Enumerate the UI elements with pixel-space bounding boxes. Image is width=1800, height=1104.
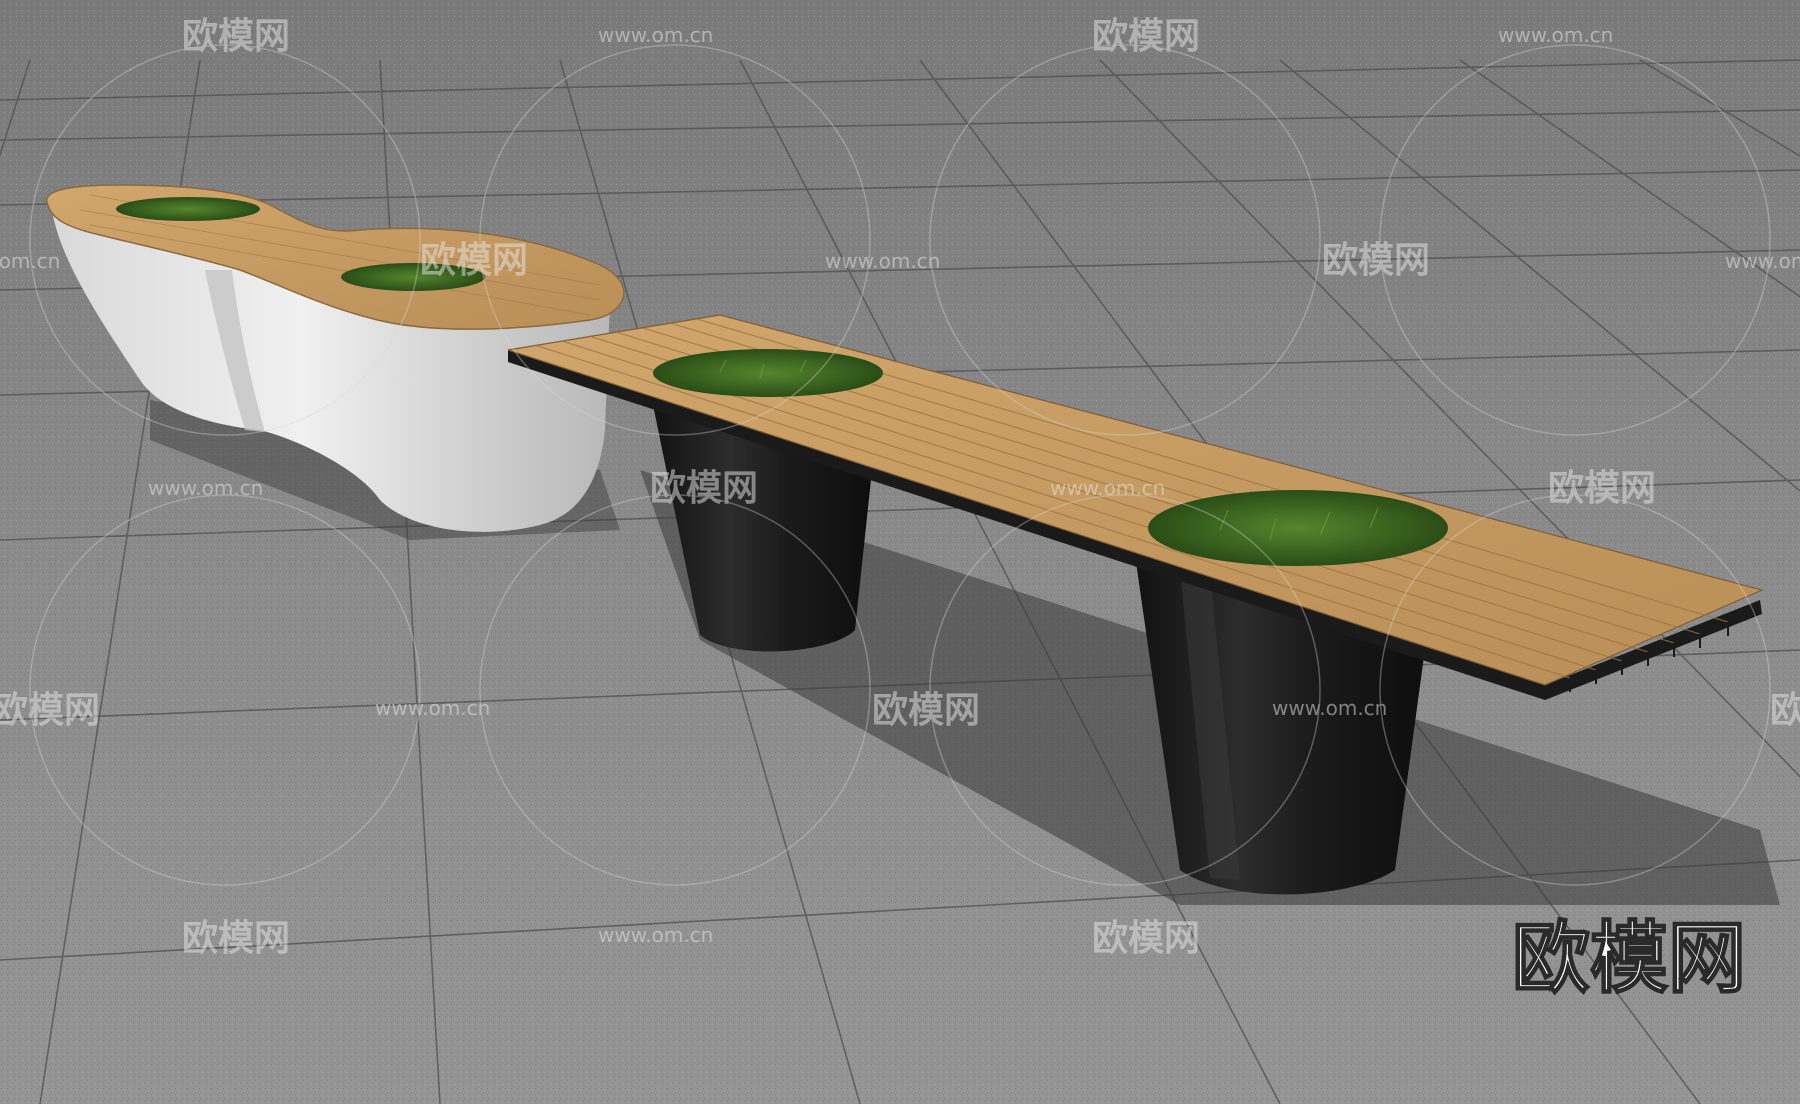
rendered-scene: 欧模网 www.om.cn 欧模网 www.om.cn www.om.cn 欧模… (0, 0, 1800, 1104)
watermark-url: www.om.cn (598, 923, 713, 947)
watermark-brand: 欧模网 (182, 16, 290, 57)
watermark-brand: 欧模网 (1770, 690, 1800, 731)
watermark-brand: 欧模网 (1092, 918, 1200, 959)
watermark-url: www.om.cn (0, 249, 60, 273)
watermark-url: www.om.cn (825, 249, 940, 273)
watermark-url: www.om.cn (1050, 476, 1165, 500)
white-planter-grass-1 (116, 197, 260, 221)
wood-bench-grass-left (653, 349, 883, 397)
watermark-url: www.om.cn (375, 696, 490, 720)
watermark-url: www.om.cn (148, 476, 263, 500)
watermark-brand: 欧模网 (182, 918, 290, 959)
watermark-brand: 欧模网 (0, 690, 100, 731)
watermark-url: www.om.cn (598, 23, 713, 47)
watermark-brand: 欧模网 (872, 690, 980, 731)
watermark-brand: 欧模网 (1322, 240, 1430, 281)
corner-brand-logo: 欧模网 (1512, 914, 1746, 1004)
watermark-url: www.om.cn (1725, 249, 1800, 273)
image-canvas: 欧模网 www.om.cn 欧模网 www.om.cn www.om.cn 欧模… (0, 0, 1800, 1104)
watermark-brand: 欧模网 (650, 468, 758, 509)
watermark-url: www.om.cn (1498, 23, 1613, 47)
wood-bench-grass-right (1148, 490, 1448, 566)
watermark-url: www.om.cn (1272, 696, 1387, 720)
watermark-brand: 欧模网 (1092, 16, 1200, 57)
watermark-brand: 欧模网 (1548, 468, 1656, 509)
watermark-brand: 欧模网 (420, 240, 528, 281)
